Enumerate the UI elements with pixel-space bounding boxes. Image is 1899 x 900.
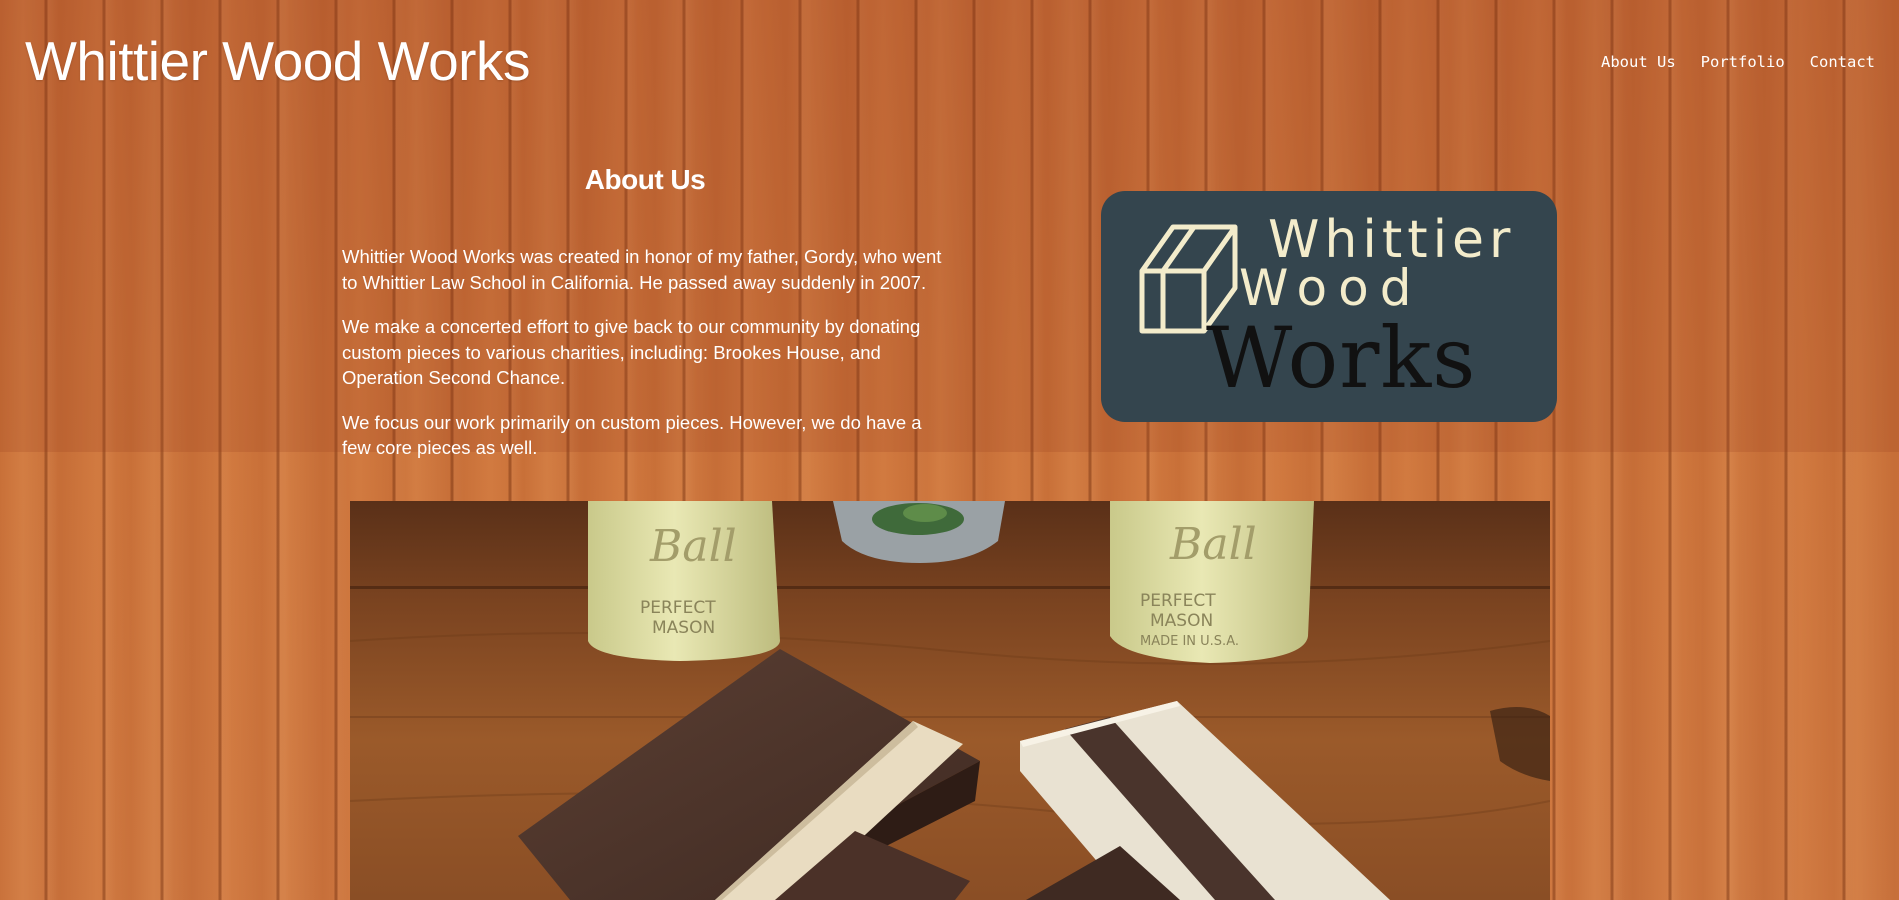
site-title[interactable]: Whittier Wood Works bbox=[25, 26, 530, 96]
about-paragraph: We focus our work primarily on custom pi… bbox=[342, 411, 922, 459]
logo-graphic: Whittier Wood Works bbox=[1139, 210, 1510, 407]
jar-right-brand: Ball bbox=[1169, 519, 1257, 570]
nav-portfolio[interactable]: Portfolio bbox=[1701, 52, 1785, 72]
jar-left-line2: MASON bbox=[652, 618, 715, 638]
nav-about-us[interactable]: About Us bbox=[1601, 52, 1676, 72]
mason-jar-right: Ball PERFECT MASON MADE IN U.S.A. bbox=[1110, 501, 1314, 663]
logo-text-works: Works bbox=[1206, 309, 1476, 407]
about-paragraph: Whittier Wood Works was created in honor… bbox=[342, 246, 942, 293]
jar-right-line3: MADE IN U.S.A. bbox=[1140, 634, 1239, 649]
about-text: Whittier Wood Works was created in honor… bbox=[342, 244, 954, 480]
jar-right-line2: MASON bbox=[1150, 611, 1213, 631]
about-heading: About Us bbox=[584, 164, 706, 195]
site-header: Whittier Wood Works About Us Portfolio C… bbox=[0, 0, 1899, 120]
jar-right-line1: PERFECT bbox=[1140, 591, 1216, 611]
cutting-boards-photo: Ball PERFECT MASON Ball PERFECT MASON MA… bbox=[350, 501, 1550, 900]
product-photo: Ball PERFECT MASON Ball PERFECT MASON MA… bbox=[350, 501, 1550, 900]
about-paragraph: We make a concerted effort to give back … bbox=[342, 316, 921, 388]
jar-left-line1: PERFECT bbox=[640, 598, 716, 618]
nav-contact[interactable]: Contact bbox=[1810, 52, 1875, 72]
company-logo: Whittier Wood Works bbox=[1101, 191, 1557, 422]
jar-left-brand: Ball bbox=[649, 521, 737, 572]
mason-jar-left: Ball PERFECT MASON bbox=[588, 501, 780, 661]
main-nav: About Us Portfolio Contact bbox=[1601, 52, 1875, 72]
